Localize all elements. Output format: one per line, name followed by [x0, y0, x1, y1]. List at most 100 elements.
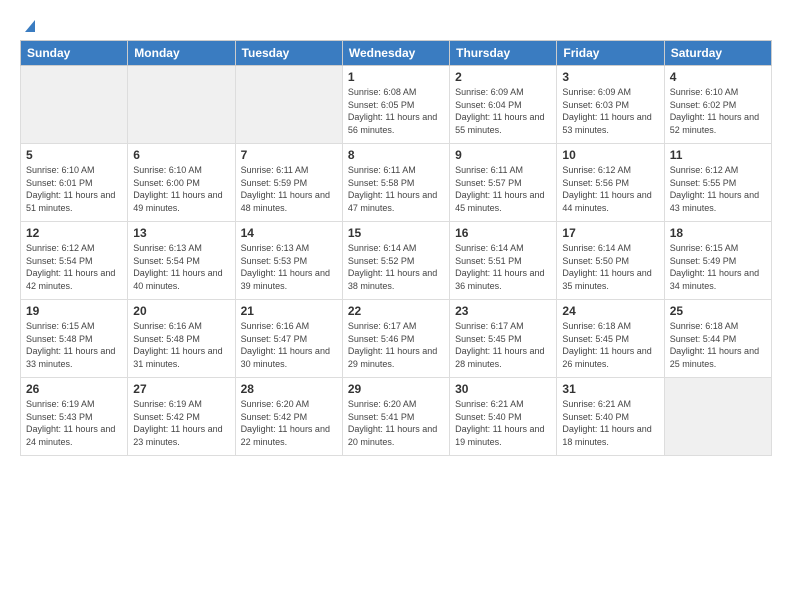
day-info: Sunrise: 6:21 AM Sunset: 5:40 PM Dayligh…	[562, 398, 658, 448]
calendar-cell: 13Sunrise: 6:13 AM Sunset: 5:54 PM Dayli…	[128, 222, 235, 300]
calendar-cell: 12 Sunrise: 6:12 AM Sunset: 5:54 PM Dayli…	[21, 222, 128, 300]
calendar-cell: 4Sunrise: 6:10 AM Sunset: 6:02 PM Daylig…	[664, 66, 771, 144]
day-number: 24	[562, 304, 658, 318]
day-info: Sunrise: 6:10 AM Sunset: 6:00 PM Dayligh…	[133, 164, 229, 214]
day-info: Sunrise: 6:14 AM Sunset: 5:50 PM Dayligh…	[562, 242, 658, 292]
calendar-cell: 29 Sunrise: 6:20 AM Sunset: 5:41 PM Dayli…	[342, 378, 449, 456]
day-info: Sunrise: 6:11 AM Sunset: 5:57 PM Dayligh…	[455, 164, 551, 214]
day-info: Sunrise: 6:15 AM Sunset: 5:48 PM Dayligh…	[26, 320, 122, 370]
calendar-cell: 3 Sunrise: 6:09 AM Sunset: 6:03 PM Daylig…	[557, 66, 664, 144]
calendar-week-1: 5 Sunrise: 6:10 AM Sunset: 6:01 PM Daylig…	[21, 144, 772, 222]
day-number: 11	[670, 148, 766, 162]
day-number: 3	[562, 70, 658, 84]
calendar-header-wednesday: Wednesday	[342, 41, 449, 66]
day-number: 28	[241, 382, 337, 396]
calendar-cell	[664, 378, 771, 456]
day-info: Sunrise: 6:16 AM Sunset: 5:47 PM Dayligh…	[241, 320, 337, 370]
calendar-cell: 21Sunrise: 6:16 AM Sunset: 5:47 PM Dayli…	[235, 300, 342, 378]
calendar-week-4: 26Sunrise: 6:19 AM Sunset: 5:43 PM Dayli…	[21, 378, 772, 456]
day-number: 6	[133, 148, 229, 162]
logo	[20, 18, 39, 30]
calendar-cell: 14Sunrise: 6:13 AM Sunset: 5:53 PM Dayli…	[235, 222, 342, 300]
calendar-cell: 8Sunrise: 6:11 AM Sunset: 5:58 PM Daylig…	[342, 144, 449, 222]
day-info: Sunrise: 6:12 AM Sunset: 5:55 PM Dayligh…	[670, 164, 766, 214]
day-number: 27	[133, 382, 229, 396]
day-number: 1	[348, 70, 444, 84]
day-info: Sunrise: 6:12 AM Sunset: 5:56 PM Dayligh…	[562, 164, 658, 214]
page-container: SundayMondayTuesdayWednesdayThursdayFrid…	[0, 0, 792, 466]
calendar-cell: 19 Sunrise: 6:15 AM Sunset: 5:48 PM Dayli…	[21, 300, 128, 378]
calendar-cell: 31 Sunrise: 6:21 AM Sunset: 5:40 PM Dayli…	[557, 378, 664, 456]
day-number: 16	[455, 226, 551, 240]
day-number: 31	[562, 382, 658, 396]
day-number: 18	[670, 226, 766, 240]
day-info: Sunrise: 6:09 AM Sunset: 6:04 PM Dayligh…	[455, 86, 551, 136]
calendar-cell: 28 Sunrise: 6:20 AM Sunset: 5:42 PM Dayli…	[235, 378, 342, 456]
calendar-header-thursday: Thursday	[450, 41, 557, 66]
calendar-table: SundayMondayTuesdayWednesdayThursdayFrid…	[20, 40, 772, 456]
day-info: Sunrise: 6:12 AM Sunset: 5:54 PM Dayligh…	[26, 242, 122, 292]
calendar-header-tuesday: Tuesday	[235, 41, 342, 66]
header	[20, 18, 772, 30]
calendar-cell: 2Sunrise: 6:09 AM Sunset: 6:04 PM Daylig…	[450, 66, 557, 144]
calendar-cell	[21, 66, 128, 144]
calendar-cell	[235, 66, 342, 144]
calendar-cell: 27 Sunrise: 6:19 AM Sunset: 5:42 PM Dayli…	[128, 378, 235, 456]
logo-icon	[21, 16, 39, 34]
calendar-cell: 22 Sunrise: 6:17 AM Sunset: 5:46 PM Dayli…	[342, 300, 449, 378]
day-number: 19	[26, 304, 122, 318]
day-number: 12	[26, 226, 122, 240]
calendar-cell: 17 Sunrise: 6:14 AM Sunset: 5:50 PM Dayli…	[557, 222, 664, 300]
calendar-cell: 15 Sunrise: 6:14 AM Sunset: 5:52 PM Dayli…	[342, 222, 449, 300]
day-number: 17	[562, 226, 658, 240]
day-number: 13	[133, 226, 229, 240]
calendar-cell: 24 Sunrise: 6:18 AM Sunset: 5:45 PM Dayli…	[557, 300, 664, 378]
day-info: Sunrise: 6:10 AM Sunset: 6:01 PM Dayligh…	[26, 164, 122, 214]
day-number: 5	[26, 148, 122, 162]
calendar-cell: 26Sunrise: 6:19 AM Sunset: 5:43 PM Dayli…	[21, 378, 128, 456]
calendar-cell: 18 Sunrise: 6:15 AM Sunset: 5:49 PM Dayli…	[664, 222, 771, 300]
day-number: 7	[241, 148, 337, 162]
day-info: Sunrise: 6:20 AM Sunset: 5:41 PM Dayligh…	[348, 398, 444, 448]
day-info: Sunrise: 6:14 AM Sunset: 5:52 PM Dayligh…	[348, 242, 444, 292]
calendar-week-2: 12 Sunrise: 6:12 AM Sunset: 5:54 PM Dayli…	[21, 222, 772, 300]
calendar-header-sunday: Sunday	[21, 41, 128, 66]
calendar-cell: 11 Sunrise: 6:12 AM Sunset: 5:55 PM Dayli…	[664, 144, 771, 222]
day-number: 25	[670, 304, 766, 318]
day-number: 15	[348, 226, 444, 240]
calendar-cell: 5 Sunrise: 6:10 AM Sunset: 6:01 PM Daylig…	[21, 144, 128, 222]
calendar-cell	[128, 66, 235, 144]
day-info: Sunrise: 6:21 AM Sunset: 5:40 PM Dayligh…	[455, 398, 551, 448]
day-number: 30	[455, 382, 551, 396]
calendar-cell: 30 Sunrise: 6:21 AM Sunset: 5:40 PM Dayli…	[450, 378, 557, 456]
calendar-cell: 1 Sunrise: 6:08 AM Sunset: 6:05 PM Daylig…	[342, 66, 449, 144]
day-number: 10	[562, 148, 658, 162]
calendar-week-0: 1 Sunrise: 6:08 AM Sunset: 6:05 PM Daylig…	[21, 66, 772, 144]
day-info: Sunrise: 6:17 AM Sunset: 5:45 PM Dayligh…	[455, 320, 551, 370]
day-info: Sunrise: 6:18 AM Sunset: 5:45 PM Dayligh…	[562, 320, 658, 370]
day-info: Sunrise: 6:19 AM Sunset: 5:42 PM Dayligh…	[133, 398, 229, 448]
day-info: Sunrise: 6:11 AM Sunset: 5:59 PM Dayligh…	[241, 164, 337, 214]
day-number: 26	[26, 382, 122, 396]
day-info: Sunrise: 6:08 AM Sunset: 6:05 PM Dayligh…	[348, 86, 444, 136]
day-info: Sunrise: 6:18 AM Sunset: 5:44 PM Dayligh…	[670, 320, 766, 370]
calendar-cell: 16Sunrise: 6:14 AM Sunset: 5:51 PM Dayli…	[450, 222, 557, 300]
day-info: Sunrise: 6:17 AM Sunset: 5:46 PM Dayligh…	[348, 320, 444, 370]
day-info: Sunrise: 6:15 AM Sunset: 5:49 PM Dayligh…	[670, 242, 766, 292]
day-number: 20	[133, 304, 229, 318]
day-info: Sunrise: 6:09 AM Sunset: 6:03 PM Dayligh…	[562, 86, 658, 136]
day-info: Sunrise: 6:20 AM Sunset: 5:42 PM Dayligh…	[241, 398, 337, 448]
day-number: 29	[348, 382, 444, 396]
calendar-cell: 20 Sunrise: 6:16 AM Sunset: 5:48 PM Dayli…	[128, 300, 235, 378]
day-info: Sunrise: 6:11 AM Sunset: 5:58 PM Dayligh…	[348, 164, 444, 214]
day-info: Sunrise: 6:13 AM Sunset: 5:53 PM Dayligh…	[241, 242, 337, 292]
calendar-cell: 7 Sunrise: 6:11 AM Sunset: 5:59 PM Daylig…	[235, 144, 342, 222]
calendar-header-row: SundayMondayTuesdayWednesdayThursdayFrid…	[21, 41, 772, 66]
calendar-cell: 25 Sunrise: 6:18 AM Sunset: 5:44 PM Dayli…	[664, 300, 771, 378]
calendar-cell: 9Sunrise: 6:11 AM Sunset: 5:57 PM Daylig…	[450, 144, 557, 222]
day-number: 22	[348, 304, 444, 318]
day-info: Sunrise: 6:16 AM Sunset: 5:48 PM Dayligh…	[133, 320, 229, 370]
day-info: Sunrise: 6:10 AM Sunset: 6:02 PM Dayligh…	[670, 86, 766, 136]
day-number: 23	[455, 304, 551, 318]
calendar-week-3: 19 Sunrise: 6:15 AM Sunset: 5:48 PM Dayli…	[21, 300, 772, 378]
